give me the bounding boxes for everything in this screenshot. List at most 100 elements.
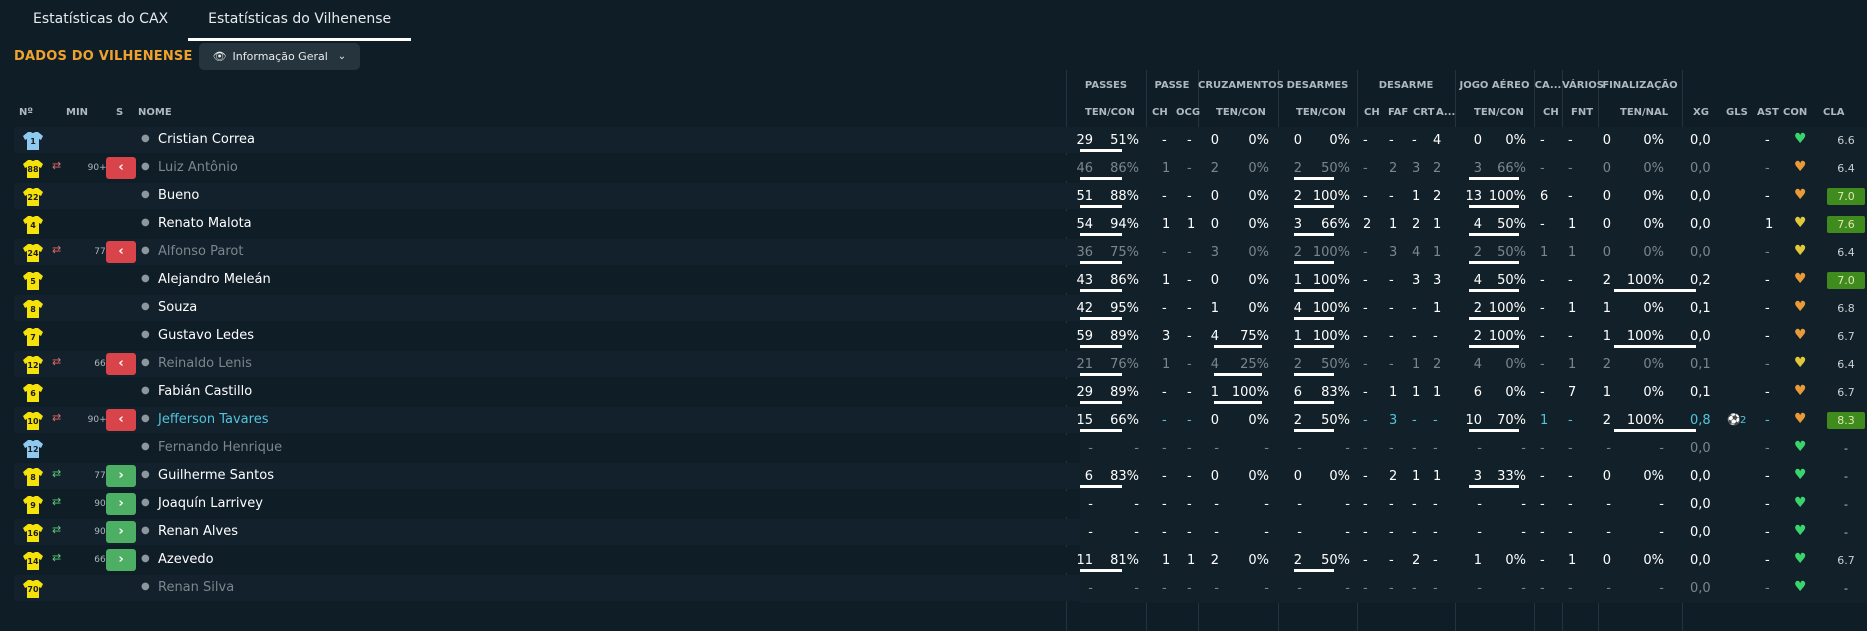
rating-value: 6.8	[1837, 302, 1855, 315]
tackle-a: -	[1433, 553, 1438, 568]
subbed-in-button[interactable]: ›	[106, 465, 136, 487]
substitution-icon: ⇄	[52, 243, 62, 256]
progress-bar	[1294, 289, 1334, 292]
table-row[interactable]: 9 ⇄ 90 › ● Joaquín Larrivey - - - - - - - - - - - - - - - - - -…	[14, 491, 1867, 519]
progress-bar	[1080, 289, 1122, 292]
shirt-number: 24	[27, 249, 39, 258]
player-name[interactable]: Luiz Antônio	[158, 160, 238, 175]
passes-attempted: 29	[1076, 385, 1093, 400]
ca-ch: -	[1540, 301, 1545, 316]
pass-ocg: -	[1187, 189, 1192, 204]
column-header-ch3: CH	[1543, 107, 1559, 118]
tackle-a: 1	[1433, 217, 1442, 232]
tab-bar: Estatísticas do CAX Estatísticas do Vilh…	[0, 0, 412, 41]
table-row[interactable]: 8 ⇄ 77 › ● Guilherme Santos 6 83% - -0 0% 0 0% -2 1 1 3 3…	[14, 463, 1867, 491]
person-icon: ●	[141, 553, 150, 564]
table-row[interactable]: 88 ⇄ 90+2 ‹ ● Luiz Antônio 46 86% 1-2 0% 2 50% -2 3 2 3…	[14, 155, 1867, 183]
table-row[interactable]: 5 ● Alejandro Meleán 43 86% 1-0 0% 1 100% - -3 3 4 50…	[14, 267, 1867, 295]
shots-attempted: 2	[1602, 357, 1611, 372]
aerial-pct: 100%	[1488, 301, 1526, 316]
player-name[interactable]: Jefferson Tavares	[158, 412, 268, 427]
player-name[interactable]: Renan Alves	[158, 524, 238, 539]
aerial-attempted: 6	[1473, 385, 1482, 400]
shots-pct: 0%	[1643, 385, 1664, 400]
table-row[interactable]: 4 ● Renato Malota 54 94% 1 1 0 0% 3 66% 2 1 2 1 4 50% -1 0…	[14, 211, 1867, 239]
player-name[interactable]: Bueno	[158, 188, 199, 203]
subbed-in-button[interactable]: ›	[106, 549, 136, 571]
progress-bar	[1469, 289, 1519, 292]
player-name[interactable]: Joaquín Larrivey	[158, 496, 263, 511]
ca-ch: -	[1540, 133, 1545, 148]
pass-ocg: -	[1187, 581, 1192, 596]
player-name[interactable]: Gustavo Ledes	[158, 328, 254, 343]
progress-bar	[1294, 401, 1334, 404]
assists-value: -	[1765, 329, 1770, 344]
tackles-pct: -	[1345, 525, 1350, 540]
rating-value: 6.4	[1837, 162, 1855, 175]
tackle-faf: 3	[1389, 245, 1398, 260]
tab-vilhenense-stats[interactable]: Estatísticas do Vilhenense	[188, 0, 412, 41]
subbed-out-button[interactable]: ‹	[106, 409, 136, 431]
subbed-out-button[interactable]: ‹	[106, 241, 136, 263]
player-name[interactable]: Cristian Correa	[158, 132, 255, 147]
table-row[interactable]: 8 ● Souza 42 95% - -1 0% 4 100% - - -1 2 100% -1 1 0% 0,1-…	[14, 295, 1867, 323]
player-name[interactable]: Fernando Henrique	[158, 440, 282, 455]
subbed-in-button[interactable]: ›	[106, 493, 136, 515]
xg-value: 0,0	[1690, 497, 1711, 512]
table-row[interactable]: 14 ⇄ 66 › ● Azevedo 11 81% 1 1 2 0% 2 50% - -2-1 0% -1 0 0%…	[14, 547, 1867, 575]
player-name[interactable]: Alfonso Parot	[158, 244, 243, 259]
player-name[interactable]: Azevedo	[158, 552, 214, 567]
table-row[interactable]: 12 ● Fernando Henrique - - - - - - - - - - - - - - - - - -0,…	[14, 435, 1867, 463]
player-name[interactable]: Renan Silva	[158, 580, 234, 595]
column-header-min: MIN	[66, 107, 89, 118]
player-name[interactable]: Guilherme Santos	[158, 468, 274, 483]
view-dropdown[interactable]: 👁 Informação Geral ⌄	[198, 43, 361, 70]
player-name[interactable]: Alejandro Meleán	[158, 272, 271, 287]
subbed-out-button[interactable]: ‹	[106, 157, 136, 179]
aerial-attempted: -	[1477, 441, 1482, 456]
column-header-faf: FAF	[1388, 107, 1409, 118]
aerial-attempted: 2	[1473, 245, 1482, 260]
table-row[interactable]: 12 ⇄ 66 ‹ ● Reinaldo Lenis 21 76% 1-4 25% 2 50% - -1 2…	[14, 351, 1867, 379]
crosses-pct: 100%	[1231, 385, 1269, 400]
table-row[interactable]: 6 ● Fabián Castillo 29 89% - -1 100% 6 83% -1 1 1 6 0%…	[14, 379, 1867, 407]
shots-attempted: -	[1606, 525, 1611, 540]
table-row[interactable]: 7 ● Gustavo Ledes 59 89% 3-4 75% 1 100% - - - -2 100%…	[14, 323, 1867, 351]
column-header-fnt: FNT	[1571, 107, 1594, 118]
tackle-a: 4	[1433, 133, 1442, 148]
passes-attempted: 51	[1076, 189, 1093, 204]
progress-bar	[1080, 401, 1122, 404]
assists-value: -	[1765, 581, 1770, 596]
tab-cax-stats[interactable]: Estatísticas do CAX	[0, 0, 188, 38]
column-header-passes: TEN/CON	[1085, 107, 1135, 118]
progress-bar	[1469, 233, 1519, 236]
tackles-pct: 50%	[1321, 413, 1350, 428]
tackles-attempted: 2	[1293, 553, 1302, 568]
column-header-s: S	[116, 107, 124, 118]
person-icon: ●	[141, 133, 150, 144]
subbed-in-button[interactable]: ›	[106, 521, 136, 543]
substitution-icon: ⇄	[52, 411, 62, 424]
table-row[interactable]: 10 ⇄ 90+2 ‹ ● Jefferson Tavares 15 66% - -0 0% 2 50%…	[14, 407, 1867, 435]
player-name[interactable]: Reinaldo Lenis	[158, 356, 252, 371]
table-row[interactable]: 70 ● Renan Silva - - - - - - - - - - - - - - - - - -0,0- ♥ -	[14, 575, 1867, 603]
aerial-attempted: 1	[1473, 553, 1482, 568]
player-name[interactable]: Souza	[158, 300, 197, 315]
group-header: VÁRIOS	[1562, 80, 1604, 91]
progress-bar	[1294, 205, 1334, 208]
subbed-out-button[interactable]: ‹	[106, 353, 136, 375]
aerial-attempted: 2	[1473, 329, 1482, 344]
table-row[interactable]: 16 ⇄ 90 › ● Renan Alves - - - - - - - - - - - - - - - - - -0,0-…	[14, 519, 1867, 547]
pass-ch: 1	[1162, 553, 1171, 568]
xg-value: 0,1	[1690, 301, 1711, 316]
table-row[interactable]: 1 ● Cristian Correa 29 51% - -0 0% 0 0% - - -4 0 0% - -0…	[14, 127, 1867, 155]
player-name[interactable]: Renato Malota	[158, 216, 252, 231]
tackles-pct: 100%	[1312, 189, 1350, 204]
heart-icon: ♥	[1794, 355, 1807, 371]
table-row[interactable]: 22 ● Bueno 51 88% - -0 0% 2 100% - -1 2 13 100% 6-0 0% 0,…	[14, 183, 1867, 211]
person-icon: ●	[141, 217, 150, 228]
tackle-a: -	[1433, 525, 1438, 540]
table-row[interactable]: 24 ⇄ 77 ‹ ● Alfonso Parot 36 75% - -3 0% 2 100% -3 4 1 2…	[14, 239, 1867, 267]
tackle-a: -	[1433, 413, 1438, 428]
player-name[interactable]: Fabián Castillo	[158, 384, 252, 399]
